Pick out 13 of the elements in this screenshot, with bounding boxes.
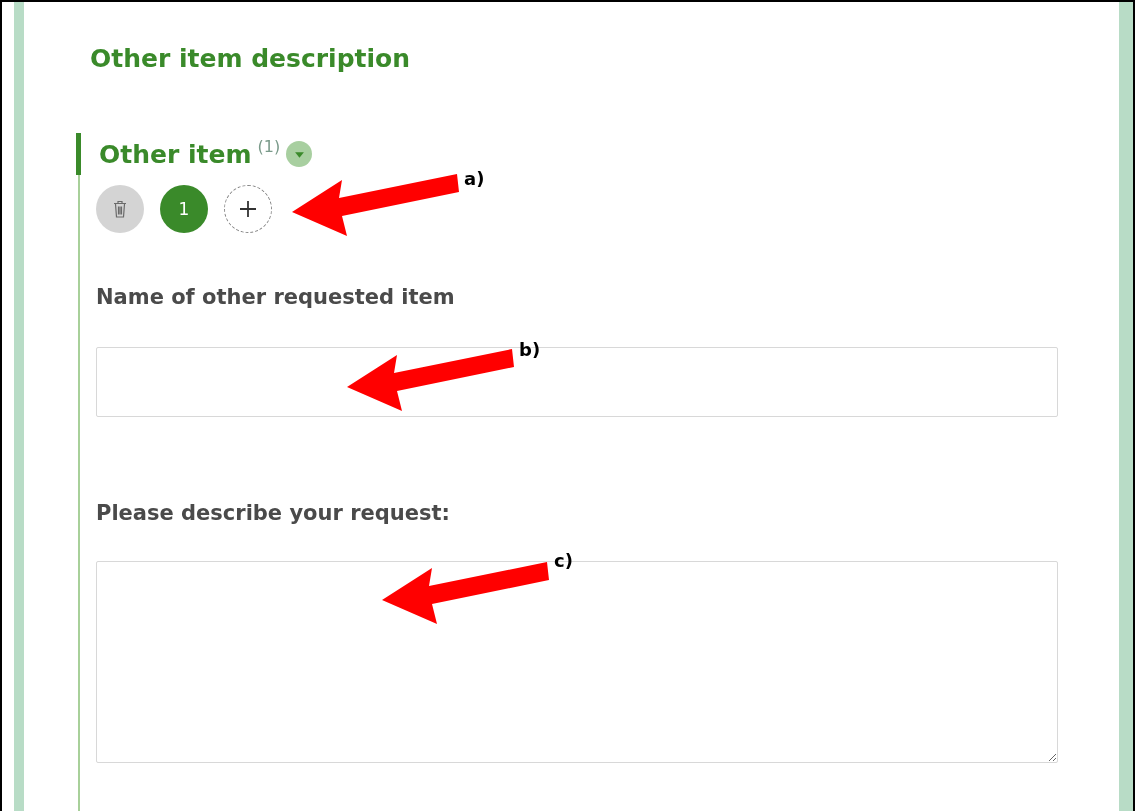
annotation-label: b) — [519, 339, 541, 360]
collapse-toggle[interactable] — [286, 141, 313, 167]
section-title: Other item description — [90, 44, 412, 73]
group-title: Other item — [99, 139, 252, 169]
annotation-label: c) — [554, 550, 573, 571]
plus-icon — [239, 200, 257, 218]
delete-button[interactable] — [96, 185, 144, 233]
item-number-button[interactable]: 1 — [160, 185, 208, 233]
annotation-label: a) — [464, 168, 485, 189]
item-count: (1) — [257, 137, 281, 156]
field-label: Please describe your request: — [96, 501, 451, 525]
field-label: Name of other requested item — [96, 285, 456, 309]
trash-icon — [113, 200, 127, 218]
